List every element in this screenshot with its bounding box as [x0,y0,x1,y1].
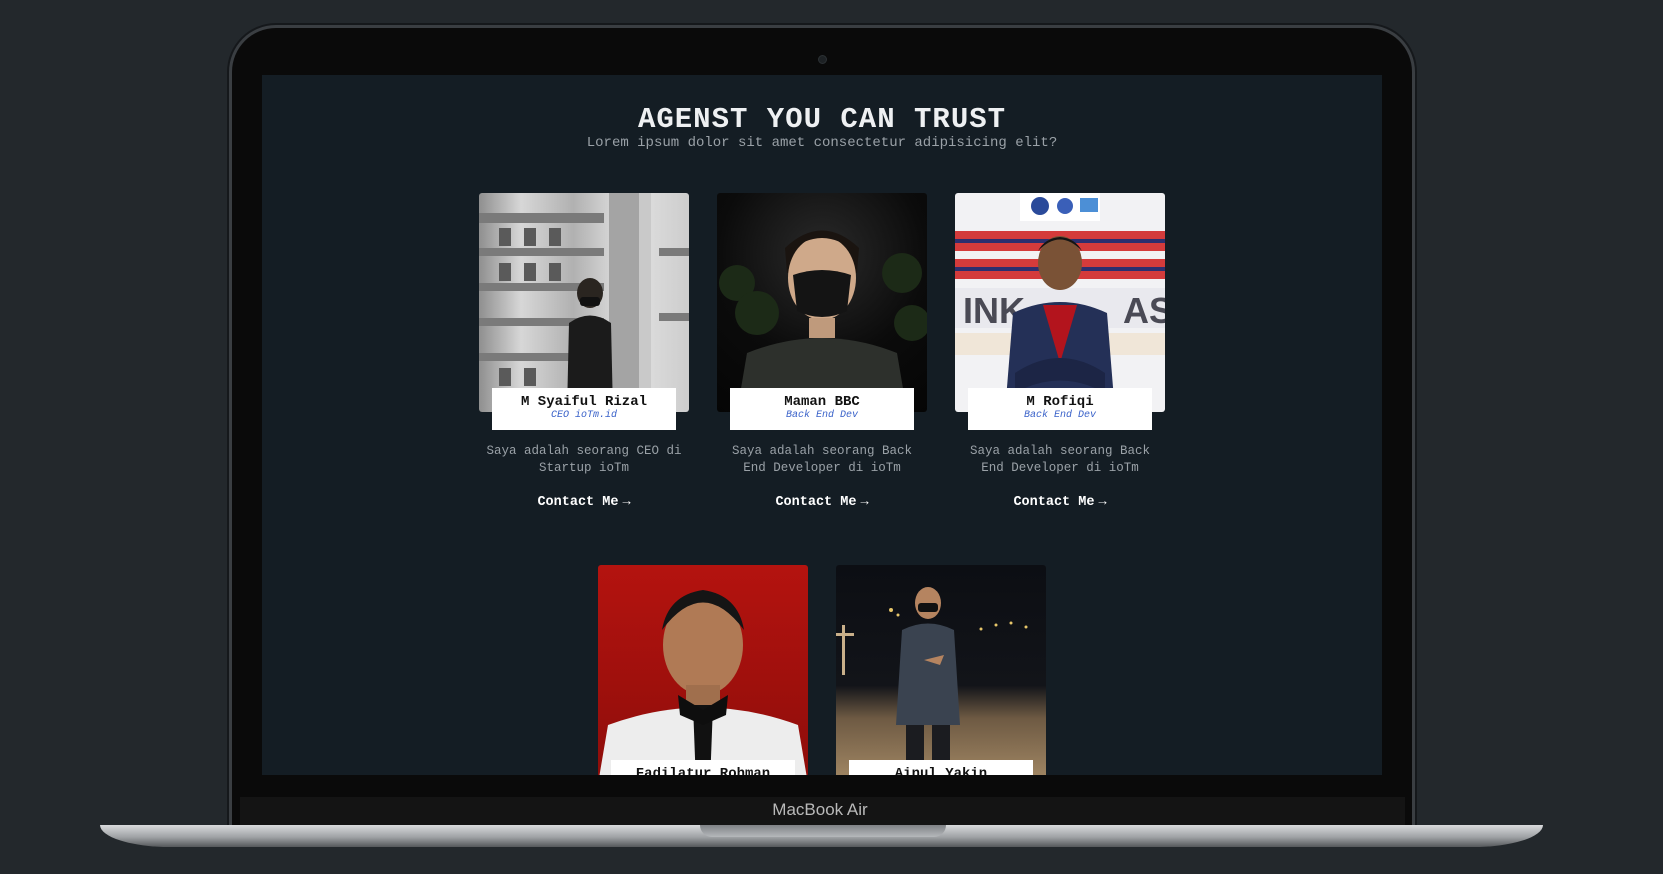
screen: AGENST YOU CAN TRUST Lorem ipsum dolor s… [262,75,1382,775]
agent-name: M Syaiful Rizal [520,394,648,410]
agent-nameplate: M Syaiful Rizal CEO ioTm.id [492,388,676,430]
agent-card: M Syaiful Rizal CEO ioTm.id Saya adalah … [479,193,689,510]
arrow-right-icon: → [1098,495,1107,510]
agent-card: Fadilatur Rohman [598,565,808,775]
device-brand-label: MacBook Air [772,800,868,819]
section-subtitle: Lorem ipsum dolor sit amet consectetur a… [586,135,1058,151]
agent-nameplate: Fadilatur Rohman [611,760,795,775]
agent-photo-image: INK AS [955,193,1165,412]
arrow-right-icon: → [860,495,869,510]
agent-description: Saya adalah seorang CEO di Startup ioTm [486,444,682,475]
contact-me-link[interactable]: Contact Me → [717,495,927,510]
agent-name: M Rofiqi [1026,394,1094,410]
agent-photo-image [599,590,807,775]
agent-name: Ainul Yakin [894,766,988,775]
agent-photo-image [479,193,689,412]
agent-photo: INK AS [955,193,1165,412]
contact-me-link[interactable]: Contact Me → [479,495,689,510]
agent-role: Back End Dev [785,410,858,421]
arrow-right-icon: → [622,495,631,510]
contact-me-label: Contact Me [775,495,857,510]
agent-photo-image [836,587,1028,775]
agent-photo [598,565,808,775]
agent-photo [717,193,927,412]
agent-role: CEO ioTm.id [550,410,617,421]
agent-card: Ainul Yakin [836,565,1046,775]
agent-nameplate: Ainul Yakin [849,760,1033,775]
agent-photo-image [719,230,927,412]
contact-me-link[interactable]: Contact Me → [955,495,1165,510]
agent-card: Maman BBC Back End Dev Saya adalah seora… [717,193,927,510]
laptop-notch [700,825,946,837]
contact-me-label: Contact Me [1013,495,1095,510]
agent-name: Maman BBC [784,394,860,410]
agent-role: Back End Dev [1023,410,1096,421]
section-title: AGENST YOU CAN TRUST [637,103,1007,136]
agent-nameplate: M Rofiqi Back End Dev [968,388,1152,430]
agent-photo [479,193,689,412]
agent-description: Saya adalah seorang Back End Developer d… [731,444,913,475]
agent-nameplate: Maman BBC Back End Dev [730,388,914,430]
svg-text:AS: AS [1123,290,1165,331]
agent-photo [836,565,1046,775]
agent-name: Fadilatur Rohman [635,766,771,775]
agent-description: Saya adalah seorang Back End Developer d… [969,444,1151,475]
agent-card: INK AS M Rofiqi Back End Dev Saya adalah… [955,193,1165,510]
contact-me-label: Contact Me [537,495,619,510]
camera-icon [818,55,827,64]
